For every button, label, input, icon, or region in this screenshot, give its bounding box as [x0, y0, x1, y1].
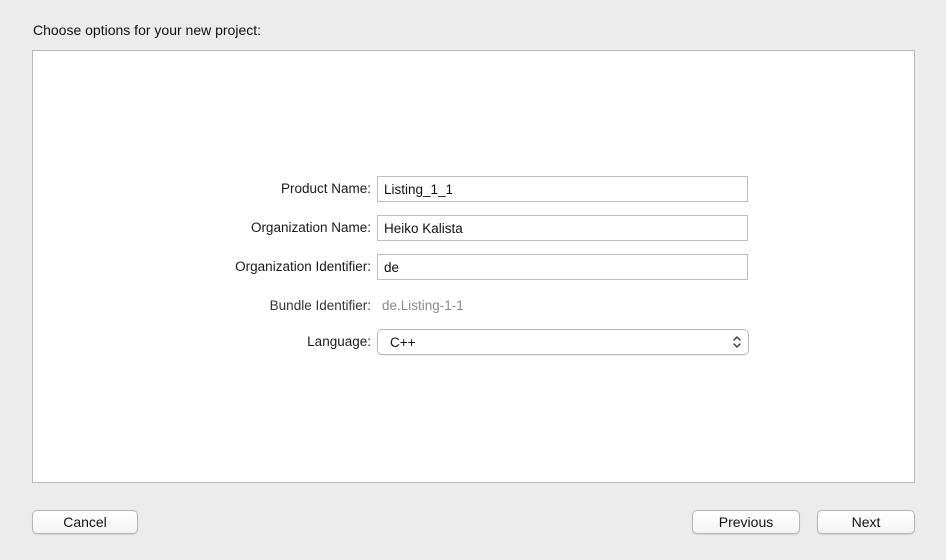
product-name-row: Product Name:	[33, 176, 914, 202]
product-name-field[interactable]	[377, 176, 748, 202]
bundle-identifier-value: de.Listing-1-1	[382, 298, 464, 313]
organization-identifier-label: Organization Identifier:	[235, 259, 371, 274]
language-label: Language:	[307, 334, 371, 349]
language-row: Language: C++	[33, 329, 914, 355]
organization-name-field[interactable]	[377, 215, 748, 241]
organization-name-label: Organization Name:	[250, 220, 371, 235]
next-button[interactable]: Next	[817, 510, 915, 534]
up-down-chevron-icon	[733, 336, 741, 348]
cancel-button[interactable]: Cancel	[32, 510, 138, 534]
bundle-identifier-label: Bundle Identifier:	[269, 298, 371, 313]
language-selected-value: C++	[390, 335, 416, 350]
bundle-identifier-row: Bundle Identifier: de.Listing-1-1	[33, 293, 914, 319]
new-project-dialog: Choose options for your new project: Pro…	[0, 0, 946, 560]
options-panel: Product Name: Organization Name: Organiz…	[32, 50, 915, 483]
organization-name-row: Organization Name:	[33, 215, 914, 241]
previous-button[interactable]: Previous	[692, 510, 800, 534]
language-select[interactable]: C++	[377, 329, 749, 355]
product-name-label: Product Name:	[280, 181, 371, 196]
organization-identifier-field[interactable]	[377, 254, 748, 280]
organization-identifier-row: Organization Identifier:	[33, 254, 914, 280]
dialog-heading: Choose options for your new project:	[33, 22, 262, 38]
